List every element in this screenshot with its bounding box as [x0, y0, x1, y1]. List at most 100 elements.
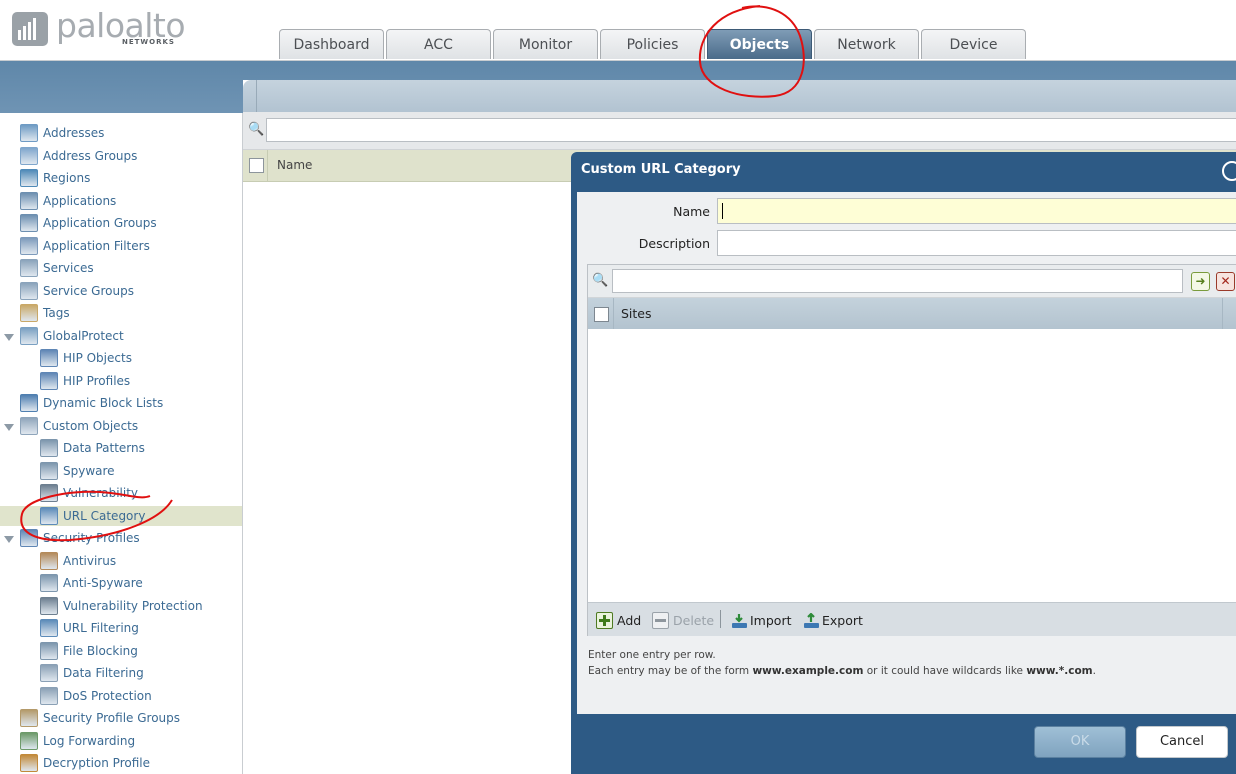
top-header: paloalto NETWORKS Dashboard ACC Monitor …: [0, 0, 1236, 61]
expand-arrow-icon[interactable]: [4, 536, 14, 543]
clear-filter-icon[interactable]: ✕: [1216, 272, 1235, 291]
sidebar-item-data-filtering[interactable]: Data Filtering: [40, 663, 144, 683]
sidebar-item-tags[interactable]: Tags: [20, 303, 70, 323]
application-group-icon: [20, 214, 38, 232]
sidebar-item-antivirus[interactable]: Antivirus: [40, 551, 116, 571]
tab-monitor[interactable]: Monitor: [493, 29, 598, 59]
name-input[interactable]: [717, 198, 1236, 224]
filter-input[interactable]: [266, 118, 1236, 142]
address-group-icon: [20, 146, 38, 165]
tab-device[interactable]: Device: [921, 29, 1026, 59]
sidebar-item-label: Vulnerability Protection: [63, 598, 203, 613]
sites-filter-input[interactable]: [612, 269, 1183, 293]
application-icon: [20, 191, 38, 210]
sidebar-item-label: Addresses: [43, 126, 105, 140]
sites-grid-header: Sites: [588, 298, 1236, 329]
toolbar-divider: [720, 610, 721, 628]
sidebar-item-regions[interactable]: Regions: [20, 168, 90, 188]
sidebar-item-hip-profiles[interactable]: HIP Profiles: [40, 371, 130, 391]
minus-icon: [652, 611, 669, 629]
tools-group-icon: [20, 281, 38, 300]
profile-groups-icon: [20, 709, 38, 727]
sites-list: 🔍 ➜ ✕ Sites Add Delete Import Export: [587, 264, 1236, 636]
sidebar-item-url-category[interactable]: URL Category: [40, 506, 145, 526]
sidebar-item-label: Data Filtering: [63, 666, 144, 680]
custom-objects-icon: [20, 416, 38, 435]
tab-network[interactable]: Network: [814, 29, 919, 59]
sidebar-item-data-patterns[interactable]: Data Patterns: [40, 438, 145, 458]
dialog-body: Name Description 🔍 ➜ ✕ Sites Add Delete …: [577, 192, 1236, 714]
plus-icon: [596, 611, 613, 629]
sidebar-item-dynamic-block-lists[interactable]: Dynamic Block Lists: [20, 393, 163, 413]
anti-spyware-icon: [40, 574, 58, 592]
import-button[interactable]: Import: [731, 611, 792, 629]
sidebar-item-vulnerability[interactable]: Vulnerability: [40, 483, 138, 503]
sidebar-item-dos-protection[interactable]: DoS Protection: [40, 686, 152, 706]
sidebar-item-globalprotect[interactable]: GlobalProtect: [20, 326, 124, 346]
custom-url-category-dialog: Custom URL Category Name Description 🔍 ➜…: [571, 152, 1236, 774]
sidebar-item-label: Vulnerability: [63, 486, 139, 500]
export-icon: [803, 611, 819, 628]
tab-objects[interactable]: Objects: [707, 29, 812, 59]
tab-policies[interactable]: Policies: [600, 29, 705, 59]
antivirus-icon: [40, 551, 58, 570]
column-header-name[interactable]: Name: [267, 150, 312, 181]
sidebar-item-application-filters[interactable]: Application Filters: [20, 236, 150, 256]
import-label: Import: [750, 612, 792, 628]
tab-acc[interactable]: ACC: [386, 29, 491, 59]
description-input[interactable]: [717, 230, 1236, 256]
sidebar-item-label: Applications: [43, 193, 117, 208]
sidebar-item-label: HIP Profiles: [63, 373, 131, 388]
sidebar-item-file-blocking[interactable]: File Blocking: [40, 641, 138, 661]
header-divider: [256, 80, 257, 112]
main-tabs: Dashboard ACC Monitor Policies Objects N…: [279, 29, 1028, 60]
sidebar-item-address-groups[interactable]: Address Groups: [20, 146, 137, 166]
sidebar-item-decryption-profile[interactable]: Decryption Profile: [20, 753, 150, 773]
text-caret: [722, 203, 723, 219]
select-all-sites-checkbox[interactable]: [594, 307, 609, 322]
apply-filter-icon[interactable]: ➜: [1191, 272, 1210, 291]
cancel-button[interactable]: Cancel: [1136, 726, 1228, 758]
sidebar-item-label: Application Groups: [43, 216, 157, 230]
search-icon: 🔍: [248, 122, 265, 137]
sidebar-item-security-profile-groups[interactable]: Security Profile Groups: [20, 708, 180, 728]
sidebar-item-label: DoS Protection: [63, 688, 152, 703]
expand-arrow-icon[interactable]: [4, 333, 14, 341]
sidebar-item-applications[interactable]: Applications: [20, 191, 116, 211]
sidebar-item-spyware[interactable]: Spyware: [40, 461, 115, 481]
sidebar-item-security-profiles[interactable]: Security Profiles: [20, 528, 140, 548]
sidebar-item-addresses[interactable]: Addresses: [20, 123, 104, 143]
sidebar-item-hip-objects[interactable]: HIP Objects: [40, 348, 132, 368]
url-filtering-icon: [40, 619, 58, 637]
dos-protection-icon: [40, 686, 58, 705]
sidebar-item-log-forwarding[interactable]: Log Forwarding: [20, 731, 135, 751]
sidebar-item-services[interactable]: Services: [20, 258, 94, 278]
sidebar-item-label: Security Profile Groups: [43, 711, 181, 725]
sidebar-item-vulnerability-protection[interactable]: Vulnerability Protection: [40, 596, 203, 616]
help-line-2: Each entry may be of the form www.exampl…: [588, 665, 1096, 677]
log-forwarding-icon: [20, 731, 38, 750]
tools-icon: [20, 259, 38, 277]
sidebar-item-anti-spyware[interactable]: Anti-Spyware: [40, 573, 143, 593]
sidebar-item-service-groups[interactable]: Service Groups: [20, 281, 134, 301]
select-all-checkbox[interactable]: [249, 158, 264, 173]
sidebar-item-url-filtering[interactable]: URL Filtering: [40, 618, 139, 638]
sidebar-item-label: Tags: [43, 306, 70, 320]
paloalto-logo-mark-icon: [12, 12, 48, 46]
description-label: Description: [638, 236, 710, 251]
sidebar-item-label: Application Filters: [43, 238, 150, 253]
column-header-sites[interactable]: Sites: [613, 298, 652, 329]
sidebar-item-application-groups[interactable]: Application Groups: [20, 213, 157, 233]
help-text: Enter one entry per row. Each entry may …: [588, 647, 1096, 679]
help-example-2: www.*.com: [1026, 665, 1093, 677]
vulnerability-protection-icon: [40, 596, 58, 615]
sidebar-item-custom-objects[interactable]: Custom Objects: [20, 416, 138, 436]
ok-button[interactable]: OK: [1034, 726, 1126, 758]
delete-button[interactable]: Delete: [652, 611, 714, 629]
sidebar-item-label: HIP Objects: [63, 351, 132, 365]
help-icon[interactable]: [1222, 161, 1236, 181]
export-button[interactable]: Export: [803, 611, 863, 629]
add-button[interactable]: Add: [596, 611, 641, 629]
tab-dashboard[interactable]: Dashboard: [279, 29, 384, 59]
expand-arrow-icon[interactable]: [4, 423, 14, 431]
